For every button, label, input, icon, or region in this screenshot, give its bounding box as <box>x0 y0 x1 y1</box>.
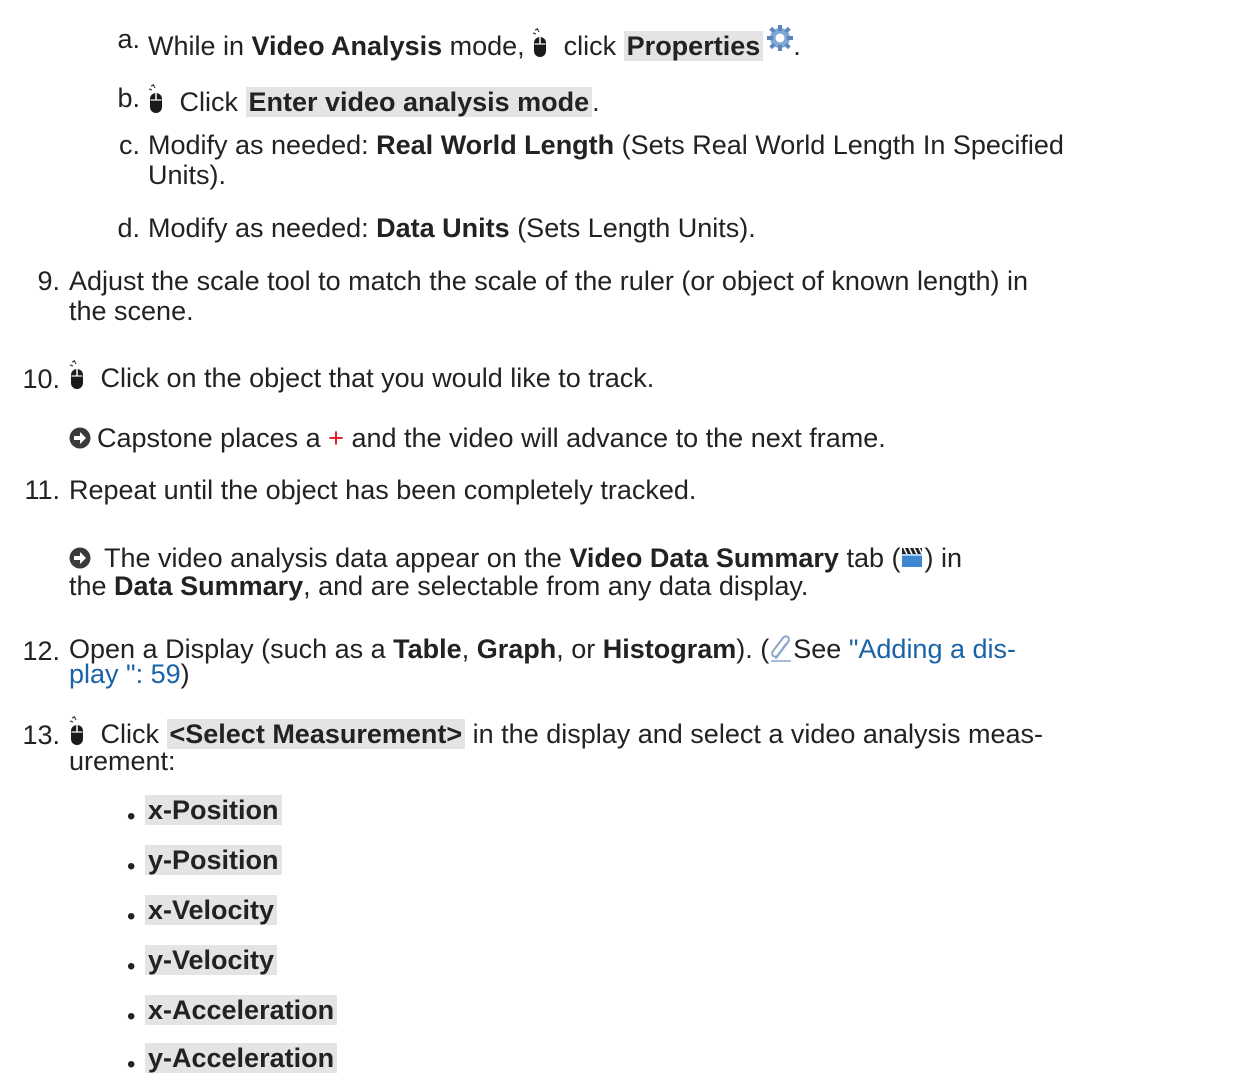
step-11-result-1: The video analysis data appear on the <box>97 543 570 573</box>
arrow-circle-icon <box>69 427 91 449</box>
measurement-y-acceleration[interactable]: y-Acceleration <box>145 1043 338 1073</box>
step-12-text-2: , <box>461 634 477 664</box>
step-a-marker: a. <box>117 24 140 54</box>
step-b-text: Click Enter video analysis mode. <box>148 84 600 117</box>
bullet: • <box>127 803 136 830</box>
measurement-item[interactable]: y-Acceleration <box>145 1043 338 1073</box>
real-world-length-label: Real World Length <box>376 130 615 160</box>
step-11-result-5: , and are selectable from any data displ… <box>303 571 809 601</box>
measurement-item[interactable]: y-Velocity <box>145 945 278 975</box>
data-units-label: Data Units <box>376 213 510 243</box>
step-12-text-6: ) <box>180 659 190 689</box>
step-c-text-2: (Sets Real World Length In Specified <box>614 130 1064 160</box>
gear-icon[interactable] <box>767 25 793 51</box>
bullet: • <box>127 1003 136 1030</box>
clapperboard-icon <box>900 545 924 569</box>
step-9-line-2: the scene. <box>69 296 194 326</box>
step-11-marker: 11. <box>24 475 60 505</box>
step-b-end: . <box>592 87 600 117</box>
step-c-marker: c. <box>118 130 140 160</box>
measurement-item[interactable]: y-Position <box>145 845 282 875</box>
step-13-text-2: in the display and select a video analys… <box>465 719 1043 749</box>
bullet: • <box>127 903 136 930</box>
step-10-text: Click on the object that you would like … <box>69 360 654 392</box>
step-b-text-1: Click <box>172 87 246 117</box>
step-c-line-2: Units). <box>148 160 227 190</box>
step-10-marker: 10. <box>22 364 60 394</box>
step-12-text-4: ). ( <box>736 634 770 664</box>
step-12-line-2: play ": 59) <box>69 660 190 688</box>
video-data-summary-label: Video Data Summary <box>569 543 839 573</box>
properties-control[interactable]: Properties <box>623 31 764 61</box>
step-9-marker: 9. <box>37 266 60 296</box>
step-12-text-5: See <box>793 634 849 664</box>
measurement-item[interactable]: x-Velocity <box>145 895 278 925</box>
step-13-line-2: urement: <box>69 746 176 776</box>
measurement-item[interactable]: x-Acceleration <box>145 995 338 1025</box>
step-11-text: Repeat until the object has been complet… <box>69 475 697 505</box>
step-12-marker: 12. <box>22 636 60 666</box>
plus-marker: + <box>328 423 344 453</box>
arrow-circle-icon <box>69 547 91 569</box>
select-measurement-control[interactable]: <Select Measurement> <box>166 719 466 749</box>
step-c-text-1: Modify as needed: <box>148 130 377 160</box>
data-summary-label: Data Summary <box>114 571 304 601</box>
measurement-item[interactable]: x-Position <box>145 795 282 825</box>
mouse-icon <box>532 28 548 58</box>
graph-label: Graph <box>476 634 557 664</box>
step-a-text-1: While in <box>148 31 252 61</box>
step-11-result-2: tab ( <box>838 543 901 573</box>
measurement-x-position[interactable]: x-Position <box>145 795 282 825</box>
mouse-icon <box>69 716 85 746</box>
step-d-text: Modify as needed: Data Units (Sets Lengt… <box>148 214 756 242</box>
step-10-text-1: Click on the object that you would like … <box>93 363 655 393</box>
paperclip-icon <box>769 634 793 662</box>
mouse-icon <box>69 360 85 390</box>
step-d-text-2: (Sets Length Units). <box>509 213 756 243</box>
step-12-text-3: , or <box>556 634 603 664</box>
step-c-text: Modify as needed: Real World Length (Set… <box>148 131 1064 159</box>
step-a-text-3: click <box>556 31 624 61</box>
histogram-label: Histogram <box>602 634 737 664</box>
step-a-text-2: mode, <box>442 31 533 61</box>
bullet: • <box>127 853 136 880</box>
step-10-result: Capstone places a + and the video will a… <box>69 424 886 452</box>
enter-video-analysis-mode-control[interactable]: Enter video analysis mode <box>245 87 593 117</box>
mouse-icon <box>148 84 164 114</box>
step-13-text-1: Click <box>93 719 167 749</box>
adding-a-display-link-cont[interactable]: play ": 59 <box>69 659 181 689</box>
step-d-text-1: Modify as needed: <box>148 213 377 243</box>
step-13-marker: 13. <box>22 720 60 750</box>
step-11-result-line-2: the Data Summary, and are selectable fro… <box>69 572 808 600</box>
step-a-text: While in Video Analysis mode, click Prop… <box>148 25 801 61</box>
measurement-y-velocity[interactable]: y-Velocity <box>145 945 278 975</box>
step-11-result: The video analysis data appear on the Vi… <box>69 544 962 572</box>
table-label: Table <box>393 634 462 664</box>
step-12-text: Open a Display (such as a Table, Graph, … <box>69 634 1016 663</box>
bullet: • <box>127 953 136 980</box>
step-a-end: . <box>793 31 801 61</box>
step-13-text: Click <Select Measurement> in the displa… <box>69 716 1043 749</box>
measurement-x-velocity[interactable]: x-Velocity <box>145 895 278 925</box>
measurement-y-position[interactable]: y-Position <box>145 845 282 875</box>
step-11-result-3: ) in <box>924 543 962 573</box>
measurement-x-acceleration[interactable]: x-Acceleration <box>145 995 338 1025</box>
step-d-marker: d. <box>117 213 140 243</box>
step-10-result-1: Capstone places a <box>97 423 329 453</box>
step-9-line-1: Adjust the scale tool to match the scale… <box>69 266 1029 296</box>
step-10-result-2: and the video will advance to the next f… <box>343 423 886 453</box>
bullet: • <box>127 1051 136 1078</box>
step-11-result-4: the <box>69 571 115 601</box>
step-b-marker: b. <box>117 83 140 113</box>
video-analysis-label: Video Analysis <box>251 31 443 61</box>
adding-a-display-link[interactable]: "Adding a dis- <box>849 634 1016 664</box>
